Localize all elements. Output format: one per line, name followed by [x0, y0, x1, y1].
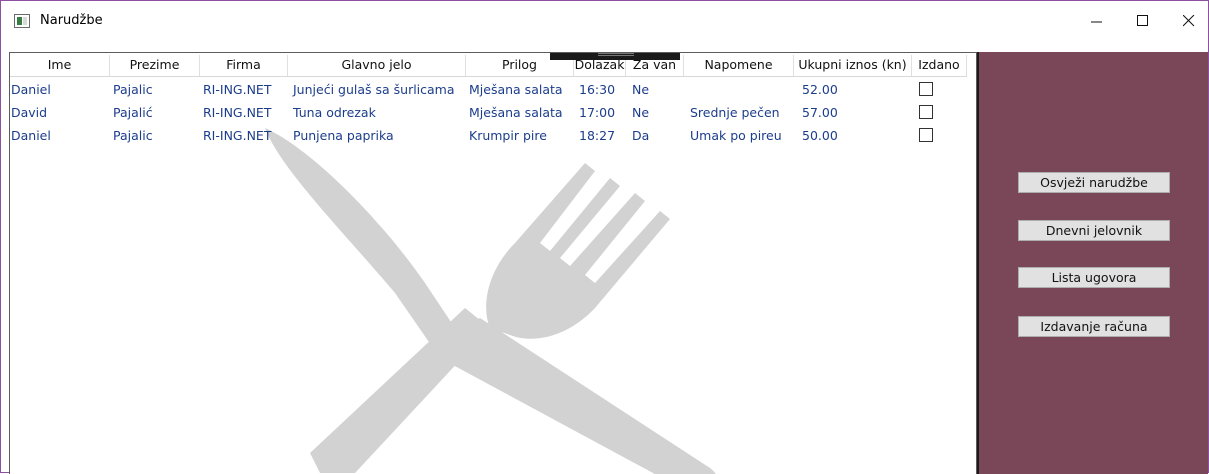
- close-button[interactable]: [1166, 1, 1209, 43]
- app-window-icon: [14, 14, 30, 28]
- cell-dolazak: 17:00: [579, 105, 616, 120]
- main-window: Narudžbe Ime Prezime Firma Glavno jelo P…: [0, 0, 1209, 474]
- cell-iznos: 50.00: [802, 128, 838, 143]
- cell-glavno-jelo: Punjena paprika: [293, 128, 394, 143]
- column-header-ukupni-iznos[interactable]: Ukupni iznos (kn): [794, 55, 912, 76]
- cell-iznos: 52.00: [802, 82, 838, 97]
- cell-ime: David: [11, 105, 48, 120]
- cell-za-van: Da: [632, 128, 650, 143]
- maximize-icon: [1137, 15, 1148, 26]
- maximize-button[interactable]: [1120, 1, 1166, 43]
- cell-prilog: Krumpir pire: [469, 128, 547, 143]
- cell-prezime: Pajalic: [113, 82, 153, 97]
- column-header-izdano[interactable]: Izdano: [912, 55, 967, 76]
- izdano-checkbox[interactable]: [919, 128, 933, 142]
- orders-grid[interactable]: Ime Prezime Firma Glavno jelo Prilog Dol…: [9, 52, 977, 474]
- column-header-glavno-jelo[interactable]: Glavno jelo: [288, 55, 466, 76]
- minimize-button[interactable]: [1074, 1, 1120, 43]
- cell-napomene: Umak po pireu: [690, 128, 782, 143]
- cell-dolazak: 18:27: [579, 128, 616, 143]
- cell-firma: RI-ING.NET: [203, 128, 272, 143]
- izdano-checkbox[interactable]: [919, 105, 933, 119]
- minimize-icon: [1091, 21, 1102, 23]
- cell-prilog: Mješana salata: [469, 105, 563, 120]
- cell-za-van: Ne: [632, 82, 650, 97]
- column-header-prezime[interactable]: Prezime: [110, 55, 200, 76]
- contracts-list-button[interactable]: Lista ugovora: [1018, 267, 1170, 288]
- issue-invoice-button[interactable]: Izdavanje računa: [1018, 316, 1170, 337]
- column-header-napomene[interactable]: Napomene: [684, 55, 794, 76]
- grid-resize-grip[interactable]: [550, 53, 680, 60]
- cell-ime: Daniel: [11, 82, 51, 97]
- izdano-checkbox[interactable]: [919, 82, 933, 96]
- cell-firma: RI-ING.NET: [203, 105, 272, 120]
- refresh-orders-button[interactable]: Osvježi narudžbe: [1018, 172, 1170, 193]
- cell-za-van: Ne: [632, 105, 650, 120]
- cell-glavno-jelo: Tuna odrezak: [293, 105, 376, 120]
- daily-menu-button[interactable]: Dnevni jelovnik: [1018, 220, 1170, 241]
- cell-prezime: Pajalic: [113, 128, 153, 143]
- cell-napomene: Srednje pečen: [690, 105, 780, 120]
- cell-prezime: Pajalić: [113, 105, 153, 120]
- cell-ime: Daniel: [11, 128, 51, 143]
- actions-panel: Osvježi narudžbe Dnevni jelovnik Lista u…: [977, 52, 1208, 474]
- cell-glavno-jelo: Junjeći gulaš sa šurlicama: [293, 82, 455, 97]
- window-title: Narudžbe: [40, 13, 103, 28]
- cell-firma: RI-ING.NET: [203, 82, 272, 97]
- close-icon: [1183, 15, 1195, 27]
- column-header-firma[interactable]: Firma: [200, 55, 288, 76]
- column-header-ime[interactable]: Ime: [10, 55, 110, 76]
- cell-dolazak: 16:30: [579, 82, 616, 97]
- cell-iznos: 57.00: [802, 105, 838, 120]
- cell-prilog: Mješana salata: [469, 82, 563, 97]
- title-bar[interactable]: Narudžbe: [1, 1, 1208, 43]
